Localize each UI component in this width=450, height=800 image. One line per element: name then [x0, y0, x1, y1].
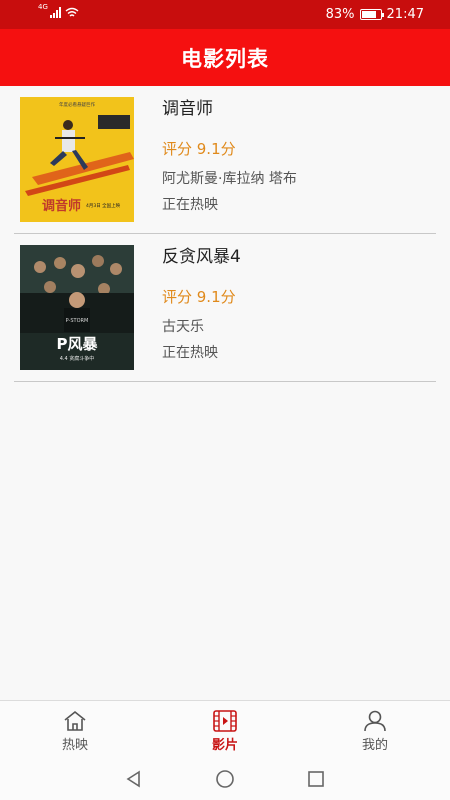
movie-status: 正在热映: [162, 345, 218, 361]
tab-label: 影片: [211, 738, 238, 753]
movie-list: 年度必看悬疑巨作 调音师 4月3日 全国上映 调音师 评分 9.1分 阿尤斯曼·…: [0, 86, 450, 382]
tab-label: 热映: [61, 738, 88, 753]
tab-hot[interactable]: 热映: [0, 701, 150, 758]
movie-item[interactable]: P-STORM P风暴 4.4 贪腐斗争中 反贪风暴4 评分 9.1分 古天乐 …: [14, 234, 436, 382]
back-icon[interactable]: [124, 769, 144, 789]
movie-actors: 阿尤斯曼·库拉纳 塔布: [162, 171, 297, 187]
tab-label: 我的: [361, 738, 388, 753]
bottom-tab-bar: 热映 影片 我的: [0, 700, 450, 758]
page-title: 电影列表: [181, 46, 269, 71]
app-bar: 电影列表: [0, 29, 450, 86]
movie-actors: 古天乐: [162, 319, 204, 335]
movie-rating: 评分 9.1分: [162, 288, 236, 306]
battery-icon: [359, 9, 384, 20]
battery-percent: 83%: [325, 7, 355, 22]
movie-status: 正在热映: [162, 197, 218, 213]
movie-poster[interactable]: P-STORM P风暴 4.4 贪腐斗争中: [20, 245, 134, 370]
movie-poster[interactable]: 年度必看悬疑巨作 调音师 4月3日 全国上映: [20, 97, 134, 222]
poster-top-text: 年度必看悬疑巨作: [59, 101, 95, 108]
poster-title-text: 调音师: [42, 198, 81, 214]
person-icon: [364, 710, 386, 732]
movie-info: 反贪风暴4 评分 9.1分 古天乐 正在热映: [162, 245, 241, 363]
clock: 21:47: [386, 7, 424, 22]
battery-fill: [361, 11, 377, 18]
poster-title-text: P风暴: [57, 335, 99, 353]
status-right: 83% 21:47: [326, 7, 424, 22]
movie-title[interactable]: 调音师: [162, 97, 297, 121]
tab-films[interactable]: 影片: [150, 701, 300, 758]
wifi-icon: [65, 7, 79, 17]
movie-title[interactable]: 反贪风暴4: [162, 245, 241, 269]
poster-tagline: 4月3日 全国上映: [86, 202, 121, 209]
poster-top-text: P-STORM: [66, 318, 89, 324]
movie-rating: 评分 9.1分: [162, 140, 236, 158]
home-icon: [64, 710, 86, 731]
system-nav-bar: [0, 758, 450, 800]
poster-tagline: 4.4 贪腐斗争中: [60, 355, 95, 362]
movie-item[interactable]: 年度必看悬疑巨作 调音师 4月3日 全国上映 调音师 评分 9.1分 阿尤斯曼·…: [14, 86, 436, 234]
movie-info: 调音师 评分 9.1分 阿尤斯曼·库拉纳 塔布 正在热映: [162, 97, 297, 215]
status-bar: 4G 83% 21:47: [0, 0, 450, 29]
film-icon: [213, 710, 237, 732]
signal-bars-icon: [49, 7, 61, 18]
signal-indicator: 4G: [38, 3, 79, 18]
recents-square-icon[interactable]: [306, 769, 326, 789]
home-circle-icon[interactable]: [214, 768, 236, 790]
tab-mine[interactable]: 我的: [300, 701, 450, 758]
network-type: 4G: [38, 3, 48, 11]
